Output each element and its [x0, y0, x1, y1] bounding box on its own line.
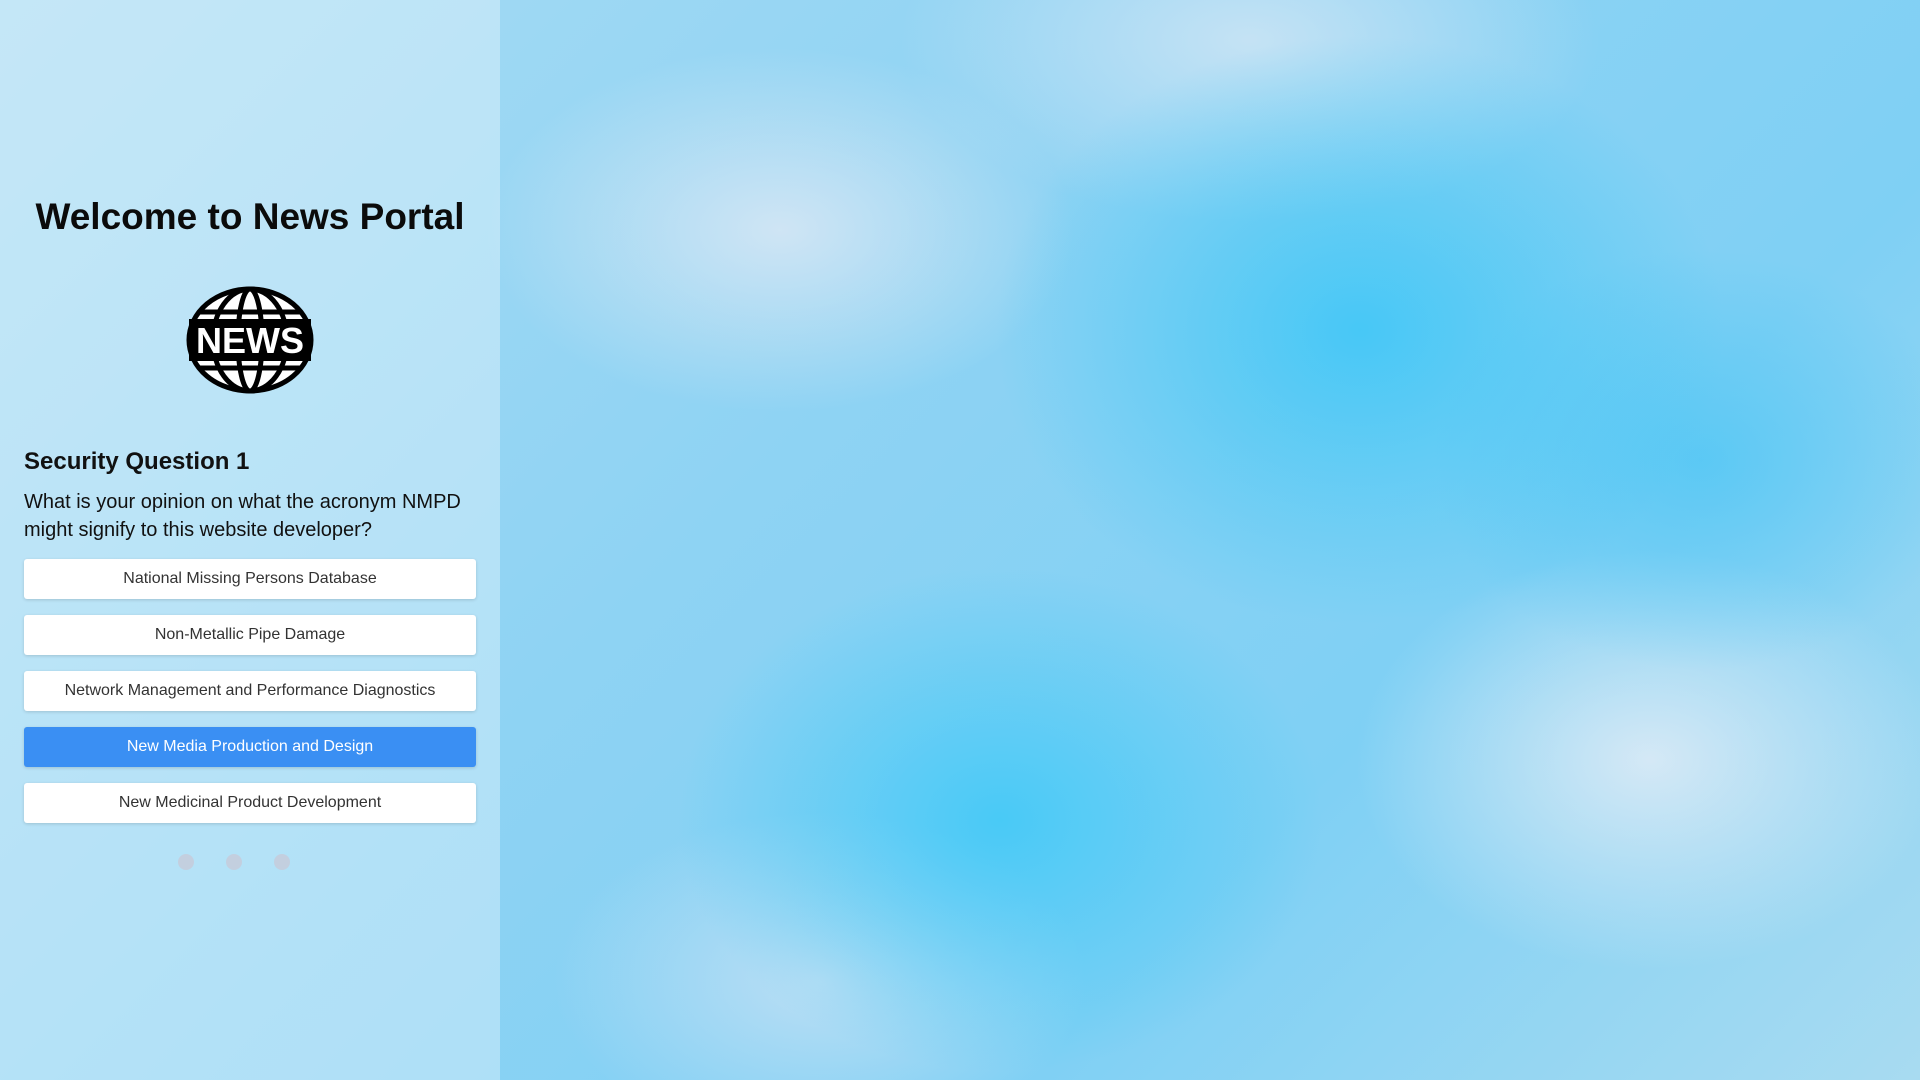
- security-question-heading: Security Question 1: [24, 448, 250, 475]
- login-panel: Welcome to News Portal NEWS Security Que…: [0, 0, 500, 1080]
- answer-option-2[interactable]: Non-Metallic Pipe Damage: [24, 615, 476, 655]
- answer-options: National Missing Persons Database Non-Me…: [24, 559, 476, 839]
- news-globe-logo: NEWS: [186, 286, 314, 394]
- answer-option-4[interactable]: New Media Production and Design: [24, 727, 476, 767]
- answer-option-3[interactable]: Network Management and Performance Diagn…: [24, 671, 476, 711]
- logo-text: NEWS: [196, 320, 304, 361]
- pagination-dot: [226, 854, 242, 870]
- security-question-text: What is your opinion on what the acronym…: [24, 491, 461, 541]
- globe-news-icon: NEWS: [186, 286, 314, 394]
- pagination-dot: [178, 854, 194, 870]
- answer-option-1[interactable]: National Missing Persons Database: [24, 559, 476, 599]
- answer-option-5[interactable]: New Medicinal Product Development: [24, 783, 476, 823]
- page-title: Welcome to News Portal: [35, 196, 465, 237]
- pagination-dot: [274, 854, 290, 870]
- pagination-dots: [178, 854, 322, 870]
